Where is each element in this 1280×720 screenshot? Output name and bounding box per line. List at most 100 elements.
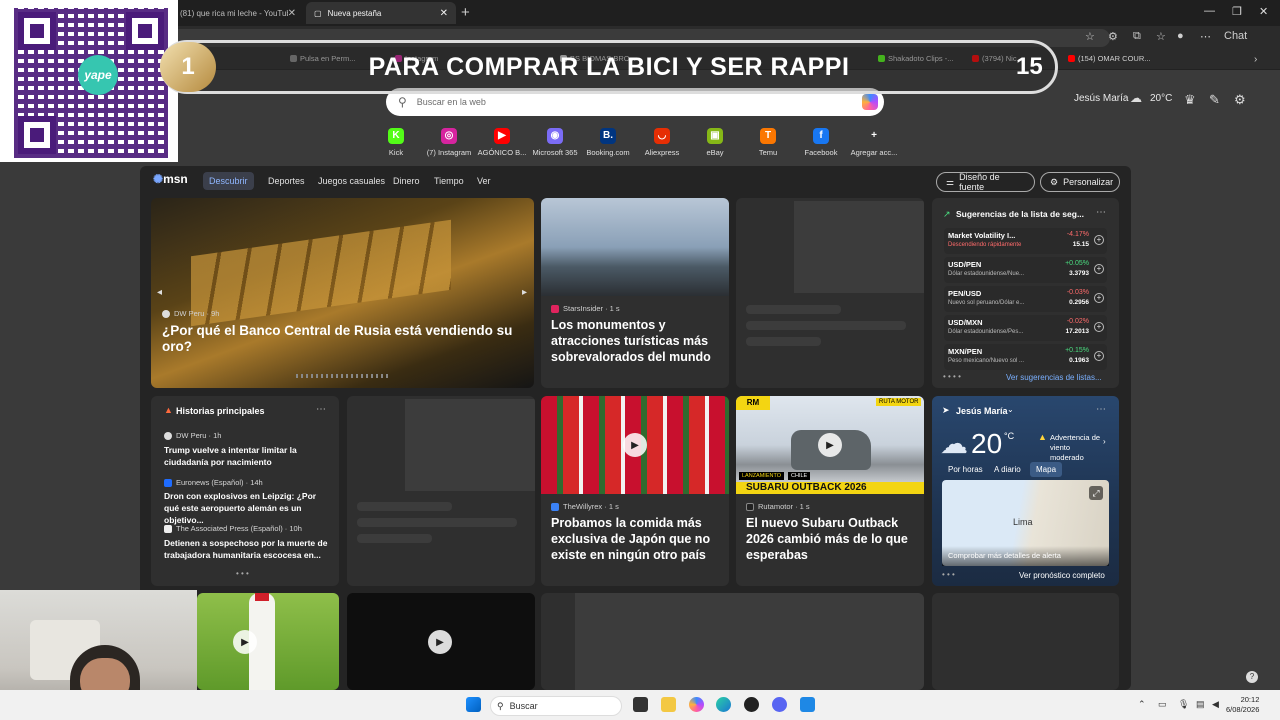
nav-deportes[interactable]: Deportes	[268, 176, 305, 186]
discord-icon[interactable]	[772, 697, 787, 712]
watchlist-more-link[interactable]: Ver sugerencias de listas...	[1006, 373, 1102, 382]
nav-ver[interactable]: Ver	[477, 176, 491, 186]
weather-location[interactable]: Jesús María	[956, 406, 1008, 416]
close-icon[interactable]: ✕	[440, 8, 448, 19]
edit-icon[interactable]: ✎	[1209, 92, 1220, 108]
play-icon[interactable]: ▶	[428, 630, 452, 654]
story-title[interactable]: Detienen a sospechoso por la muerte de t…	[164, 537, 332, 561]
carousel-dots[interactable]	[296, 374, 388, 378]
forecast-link[interactable]: Ver pronóstico completo	[1019, 571, 1105, 580]
msn-logo[interactable]: ✺msn	[153, 172, 188, 186]
extensions-icon[interactable]: ⚙	[1108, 30, 1118, 43]
play-icon[interactable]: ▶	[623, 433, 647, 457]
app-icon[interactable]	[744, 697, 759, 712]
taskbar-search[interactable]: ⚲ Buscar	[490, 696, 622, 716]
chat-button[interactable]: Chat	[1224, 30, 1247, 42]
quick-link[interactable]: ◎ (7) Instagram	[419, 126, 479, 157]
favorite-item[interactable]: (154) OMAR COUR...	[1068, 54, 1151, 63]
video-card[interactable]	[197, 593, 339, 690]
quick-link[interactable]: K Kick	[366, 126, 426, 157]
task-view-icon[interactable]	[633, 697, 648, 712]
more-icon[interactable]: ⋯	[1096, 404, 1106, 415]
new-tab-icon[interactable]: +	[461, 4, 470, 21]
quick-link[interactable]: + Agregar acc...	[844, 126, 904, 157]
add-icon[interactable]: +	[1094, 322, 1104, 332]
alert-details-link[interactable]: Comprobar más detalles de alerta	[948, 551, 1061, 560]
pager-dots[interactable]: • • • •	[943, 372, 961, 381]
chevron-down-icon[interactable]: ⌄	[1007, 405, 1014, 414]
chevron-right-icon[interactable]: ▸	[522, 287, 527, 298]
play-icon[interactable]: ▶	[818, 433, 842, 457]
quick-link[interactable]: ▶ AGÓNICO B...	[472, 126, 532, 157]
watchlist-row[interactable]: USD/PEN Dólar estadounidense/Nue... +0.05%…	[944, 257, 1107, 283]
star-icon[interactable]: ☆	[1085, 30, 1095, 43]
card-title[interactable]: Los monumentos y atracciones turísticas …	[551, 317, 721, 365]
maximize-icon[interactable]: ❐	[1232, 5, 1242, 18]
nav-tiempo[interactable]: Tiempo	[434, 176, 464, 186]
quick-link[interactable]: ▣ eBay	[685, 126, 745, 157]
copilot-icon[interactable]	[862, 94, 878, 110]
quick-link[interactable]: ◡ Aliexpress	[632, 126, 692, 157]
chevron-up-icon[interactable]: ⌃	[1138, 699, 1146, 710]
story-title[interactable]: Trump vuelve a intentar limitar la ciuda…	[164, 444, 332, 468]
quick-link[interactable]: B. Booking.com	[578, 126, 638, 157]
add-icon[interactable]: +	[1094, 293, 1104, 303]
more-icon[interactable]: ⋯	[316, 404, 326, 415]
story-title[interactable]: Dron con explosivos en Leipzig: ¿Por qué…	[164, 490, 332, 526]
edge-icon[interactable]	[716, 697, 731, 712]
rewards-icon[interactable]: ♛	[1184, 92, 1196, 108]
help-icon[interactable]: ?	[1246, 671, 1258, 683]
copilot-taskbar-icon[interactable]	[689, 697, 704, 712]
tab-new[interactable]: ▢ Nueva pestaña ✕	[306, 2, 456, 24]
notepad-icon[interactable]	[800, 697, 815, 712]
personalize-button[interactable]: ⚙ Personalizar	[1040, 172, 1120, 192]
pager-dots[interactable]: • • •	[942, 570, 955, 579]
taskbar-clock[interactable]: 20:12 6/08/2026	[1226, 695, 1259, 715]
tab-map[interactable]: Mapa	[1030, 462, 1063, 477]
pager-dots[interactable]: • • •	[236, 569, 249, 578]
tab-youtube[interactable]: (81) que rica mi leche - YouTube ✕	[172, 2, 304, 24]
favorites-icon[interactable]: ☆	[1156, 30, 1166, 43]
network-icon[interactable]: ▤	[1196, 699, 1205, 710]
add-icon[interactable]: +	[1094, 351, 1104, 361]
watchlist-row[interactable]: MXN/PEN Peso mexicano/Nuevo sol ... +0.15%…	[944, 344, 1107, 370]
file-explorer-icon[interactable]	[661, 697, 676, 712]
header-temp[interactable]: 20°C	[1150, 93, 1172, 104]
chevron-left-icon[interactable]: ◂	[157, 287, 162, 298]
profile-icon[interactable]: ●	[1177, 30, 1184, 42]
weather-alert[interactable]: Advertencia de viento moderado	[1050, 433, 1102, 463]
chevron-right-icon[interactable]: ›	[1254, 54, 1257, 65]
more-icon[interactable]: ⋯	[1200, 30, 1211, 43]
tray-icon[interactable]: ▭	[1158, 699, 1167, 710]
watchlist-row[interactable]: Market Volatility I... Descendiendo rápid…	[944, 228, 1107, 254]
nav-dinero[interactable]: Dinero	[393, 176, 420, 186]
quick-link[interactable]: T Temu	[738, 126, 798, 157]
quick-link[interactable]: f Facebook	[791, 126, 851, 157]
more-icon[interactable]: ⋯	[1096, 207, 1106, 218]
minimize-icon[interactable]: —	[1204, 5, 1215, 17]
hero-title[interactable]: ¿Por qué el Banco Central de Rusia está …	[162, 323, 522, 355]
tab-hourly[interactable]: Por horas	[948, 465, 983, 474]
watchlist-row[interactable]: USD/MXN Dólar estadounidense/Pes... -0.02%…	[944, 315, 1107, 341]
card-title[interactable]: El nuevo Subaru Outback 2026 cambió más …	[746, 515, 916, 563]
header-location[interactable]: Jesús María	[1074, 93, 1128, 104]
nav-descubrir[interactable]: Descubrir	[203, 172, 254, 190]
tab-daily[interactable]: A diario	[994, 465, 1021, 474]
watchlist-row[interactable]: PEN/USD Nuevo sol peruano/Dólar e... -0.03…	[944, 286, 1107, 312]
windows-start-icon[interactable]	[466, 697, 481, 712]
add-icon[interactable]: +	[1094, 264, 1104, 274]
nav-juegos[interactable]: Juegos casuales	[318, 176, 385, 186]
hero-card[interactable]	[151, 198, 534, 388]
expand-icon[interactable]: ⤢	[1089, 486, 1103, 500]
close-icon[interactable]: ✕	[288, 8, 296, 19]
play-icon[interactable]: ▶	[233, 630, 257, 654]
add-icon[interactable]: +	[1094, 235, 1104, 245]
mic-icon[interactable]: 🎙︎	[1178, 699, 1189, 710]
close-window-icon[interactable]: ✕	[1259, 5, 1268, 18]
chevron-right-icon[interactable]: ›	[1103, 437, 1106, 446]
watchlist-title[interactable]: Sugerencias de la lista de seg...	[956, 209, 1084, 219]
settings-icon[interactable]: ⚙	[1234, 92, 1246, 108]
card-title[interactable]: Probamos la comida más exclusiva de Japó…	[551, 515, 721, 563]
split-icon[interactable]: ⧉	[1133, 30, 1141, 43]
quick-link[interactable]: ◉ Microsoft 365	[525, 126, 585, 157]
